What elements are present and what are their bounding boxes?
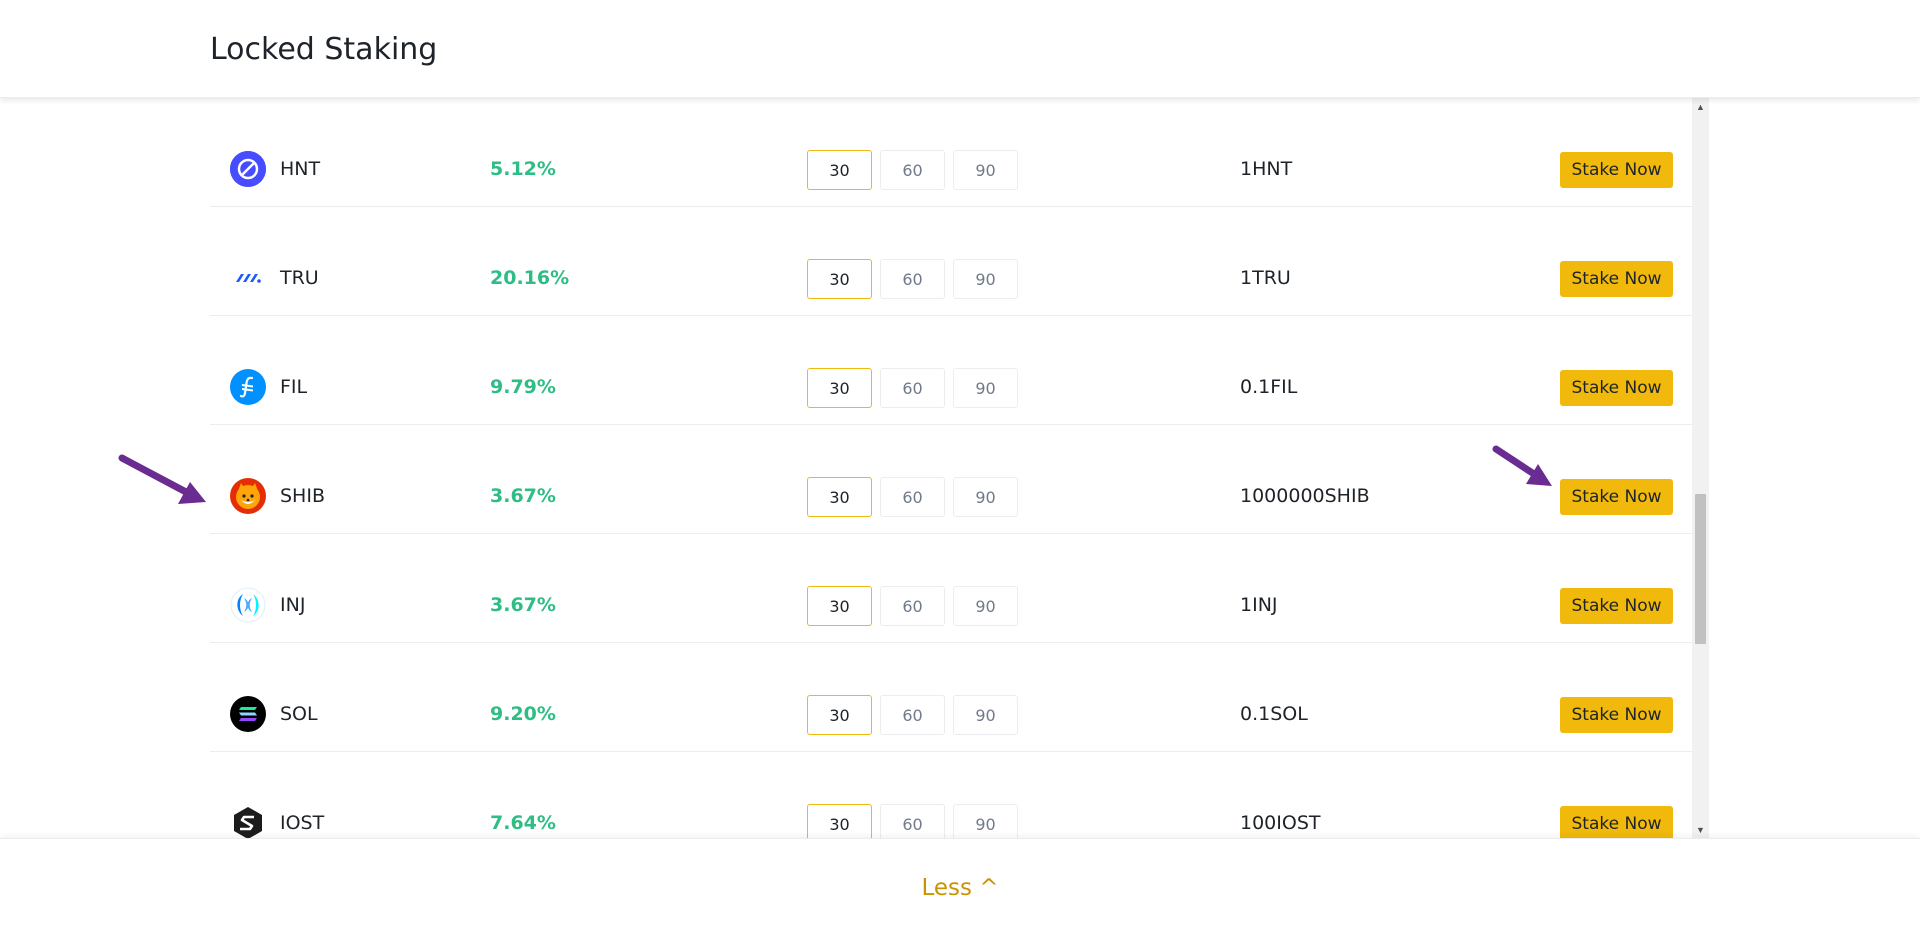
duration-30-button[interactable]: 30 (807, 586, 872, 626)
table-row: SHIB 3.67% 30 60 90 1000000SHIB Stake No… (210, 425, 1694, 534)
apy-value: 3.67% (490, 594, 556, 616)
duration-90-button[interactable]: 90 (953, 586, 1018, 626)
page-footer: Less ^ (0, 838, 1920, 937)
show-less-link[interactable]: Less ^ (0, 875, 1920, 901)
apy-value: 3.67% (490, 485, 556, 507)
duration-60-button[interactable]: 60 (880, 477, 945, 517)
scrollbar-thumb[interactable] (1695, 494, 1706, 644)
table-row: SOL 9.20% 30 60 90 0.1SOL Stake Now (210, 643, 1694, 752)
coin-name: SOL (280, 703, 318, 725)
duration-30-button[interactable]: 30 (807, 804, 872, 838)
coin-name: INJ (280, 594, 306, 616)
apy-value: 9.79% (490, 376, 556, 398)
stake-now-button[interactable]: Stake Now (1560, 806, 1673, 838)
fil-icon (230, 369, 266, 405)
tru-icon (230, 260, 266, 296)
table-row: FIL 9.79% 30 60 90 0.1FIL Stake Now (210, 316, 1694, 425)
stake-now-button[interactable]: Stake Now (1560, 152, 1673, 188)
duration-90-button[interactable]: 90 (953, 477, 1018, 517)
annotation-arrow-icon (1492, 445, 1552, 486)
duration-90-button[interactable]: 90 (953, 695, 1018, 735)
duration-90-button[interactable]: 90 (953, 804, 1018, 838)
table-row: INJ 3.67% 30 60 90 1INJ Stake Now (210, 534, 1694, 643)
apy-value: 20.16% (490, 267, 570, 289)
duration-60-button[interactable]: 60 (880, 259, 945, 299)
stake-now-button[interactable]: Stake Now (1560, 588, 1673, 624)
apy-value: 9.20% (490, 703, 556, 725)
duration-60-button[interactable]: 60 (880, 368, 945, 408)
duration-30-button[interactable]: 30 (807, 477, 872, 517)
coin-name: SHIB (280, 485, 325, 507)
duration-60-button[interactable]: 60 (880, 695, 945, 735)
stake-now-button[interactable]: Stake Now (1560, 697, 1673, 733)
scroll-down-arrow-icon[interactable]: ▼ (1692, 821, 1709, 838)
min-amount: 1TRU (1240, 267, 1291, 289)
min-amount: 0.1FIL (1240, 376, 1298, 398)
coin-name: TRU (280, 267, 319, 289)
min-amount: 1000000SHIB (1240, 485, 1370, 507)
hnt-icon (230, 151, 266, 187)
duration-90-button[interactable]: 90 (953, 368, 1018, 408)
coin-name: FIL (280, 376, 308, 398)
apy-value: 7.64% (490, 812, 556, 834)
duration-60-button[interactable]: 60 (880, 586, 945, 626)
duration-60-button[interactable]: 60 (880, 150, 945, 190)
duration-90-button[interactable]: 90 (953, 150, 1018, 190)
shib-icon (230, 478, 266, 514)
duration-90-button[interactable]: 90 (953, 259, 1018, 299)
min-amount: 1INJ (1240, 594, 1278, 616)
iost-icon (230, 805, 266, 838)
scrollbar[interactable]: ▲ ▼ (1692, 98, 1709, 838)
duration-30-button[interactable]: 30 (807, 150, 872, 190)
apy-value: 5.12% (490, 158, 556, 180)
duration-60-button[interactable]: 60 (880, 804, 945, 838)
table-row: TRU 20.16% 30 60 90 1TRU Stake Now (210, 207, 1694, 316)
stake-now-button[interactable]: Stake Now (1560, 261, 1673, 297)
table-row: HNT 5.12% 30 60 90 1HNT Stake Now (210, 98, 1694, 207)
coin-name: HNT (280, 158, 321, 180)
min-amount: 0.1SOL (1240, 703, 1308, 725)
min-amount: 100IOST (1240, 812, 1321, 834)
duration-30-button[interactable]: 30 (807, 695, 872, 735)
min-amount: 1HNT (1240, 158, 1293, 180)
staking-list: HNT 5.12% 30 60 90 1HNT Stake Now TRU 20… (210, 98, 1694, 838)
coin-name: IOST (280, 812, 325, 834)
annotation-arrow-icon (118, 454, 206, 504)
stake-now-button[interactable]: Stake Now (1560, 370, 1673, 406)
page-title: Locked Staking (210, 32, 438, 67)
sol-icon (230, 696, 266, 732)
inj-icon (230, 587, 266, 623)
stake-now-button[interactable]: Stake Now (1560, 479, 1673, 515)
duration-30-button[interactable]: 30 (807, 368, 872, 408)
duration-30-button[interactable]: 30 (807, 259, 872, 299)
table-row: IOST 7.64% 30 60 90 100IOST Stake Now (210, 752, 1694, 838)
page-header: Locked Staking (0, 0, 1920, 98)
scroll-up-arrow-icon[interactable]: ▲ (1692, 98, 1709, 115)
